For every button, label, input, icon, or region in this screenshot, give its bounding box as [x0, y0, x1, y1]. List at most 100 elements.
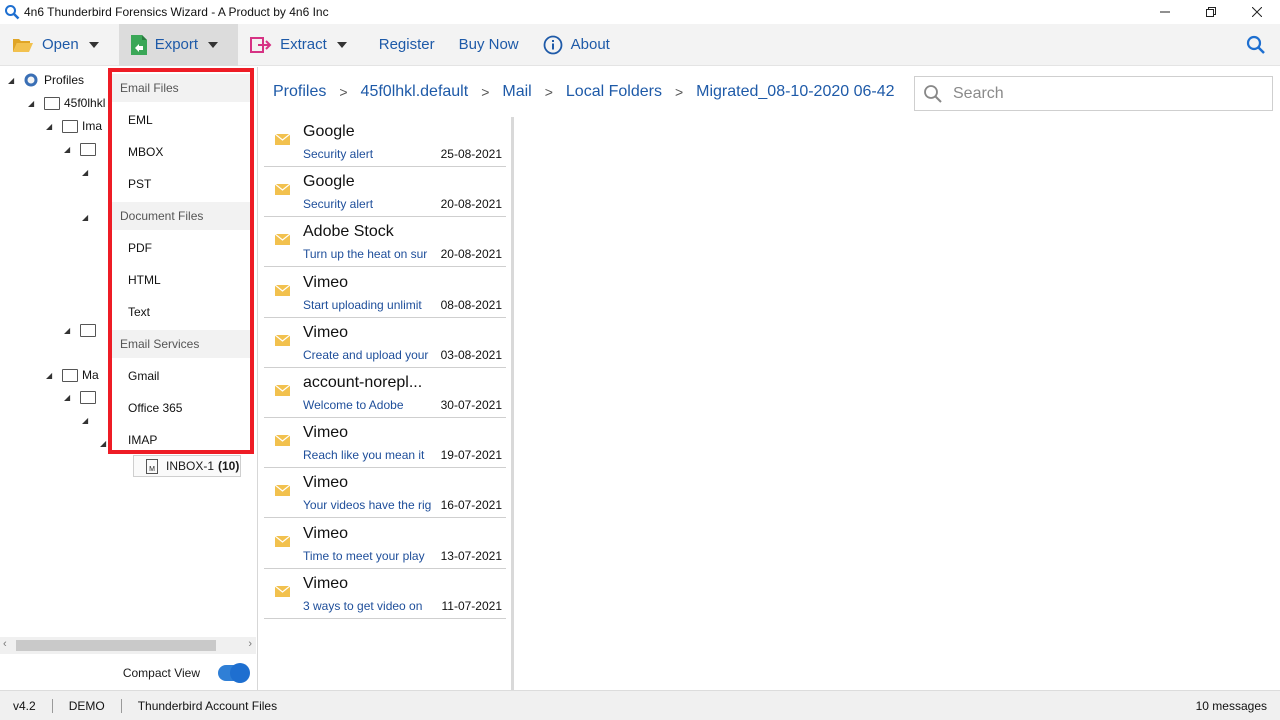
expand-arrow-icon[interactable]: ◢	[64, 145, 74, 154]
menu-item-pst[interactable]: PST	[112, 168, 250, 200]
extract-button[interactable]: Extract	[238, 24, 367, 66]
scrollbar-thumb[interactable]	[16, 640, 216, 651]
mail-subject: Time to meet your play	[303, 548, 425, 563]
export-button[interactable]: Export	[118, 23, 239, 66]
about-label: About	[570, 36, 610, 53]
toggle-knob	[230, 663, 250, 683]
tree-node-mail[interactable]: ◢ Ma	[46, 365, 99, 385]
mail-list-item[interactable]: Vimeo Time to meet your play 13-07-2021	[264, 519, 506, 569]
envelope-icon	[275, 184, 290, 196]
tree-node-subfolder[interactable]: ◢	[64, 320, 100, 340]
chevron-right-icon: >	[674, 84, 684, 100]
tree-node-profiles[interactable]: ◢ Profiles	[8, 70, 84, 90]
tree-horizontal-scrollbar[interactable]: ‹ ›	[0, 637, 256, 654]
mail-list-item[interactable]: account-norepl... Welcome to Adobe 30-07-2…	[264, 368, 506, 418]
mail-subject: Security alert	[303, 197, 374, 212]
app-logo-icon	[5, 5, 20, 20]
version-label: v4.2	[0, 698, 53, 713]
expand-arrow-icon[interactable]: ◢	[46, 122, 56, 131]
minimize-button[interactable]	[1142, 0, 1188, 24]
mail-list-item[interactable]: Google Security alert 20-08-2021	[264, 167, 506, 218]
folder-icon	[62, 368, 78, 382]
search-icon	[1246, 35, 1265, 54]
expand-arrow-icon[interactable]: ◢	[64, 326, 74, 335]
tree-node-inbox[interactable]: M INBOX-1 (10)	[133, 455, 241, 477]
envelope-icon	[275, 284, 290, 296]
menu-item-office365[interactable]: Office 365	[112, 392, 250, 424]
expand-arrow-icon[interactable]: ◢	[8, 76, 18, 85]
mail-date: 16-07-2021	[440, 498, 502, 513]
folder-icon	[80, 390, 96, 404]
mail-list-item[interactable]: Vimeo Start uploading unlimit 08-08-2021	[264, 268, 506, 318]
mail-list-item[interactable]: Vimeo Your videos have the rig 16-07-2021	[264, 468, 506, 519]
mail-sender: Vimeo	[303, 273, 349, 291]
buy-now-button[interactable]: Buy Now	[447, 24, 531, 66]
folder-open-icon	[13, 38, 33, 52]
tree-node-imap[interactable]: ◢ Ima	[46, 116, 102, 136]
menu-item-text[interactable]: Text	[112, 296, 250, 328]
mail-list: Google Security alert 25-08-2021 Google Secu…	[258, 117, 514, 690]
breadcrumb-item[interactable]: Local Folders	[566, 83, 662, 101]
folder-icon	[80, 142, 96, 156]
mail-subject: Your videos have the rig	[303, 498, 431, 513]
menu-item-mbox[interactable]: MBOX	[112, 136, 250, 168]
tree-node-subfolder[interactable]: ◢	[82, 162, 98, 182]
main-toolbar: Open Export Extract Register Buy Now Abo…	[0, 23, 1280, 66]
tree-node-subfolder[interactable]: ◢	[64, 387, 100, 407]
breadcrumb-item[interactable]: Mail	[502, 83, 531, 101]
mail-sender: Vimeo	[303, 524, 349, 542]
expand-arrow-icon[interactable]: ◢	[82, 168, 92, 177]
thunderbird-icon	[24, 73, 38, 87]
scroll-right-icon[interactable]: ›	[248, 638, 252, 650]
mail-date: 13-07-2021	[440, 548, 502, 563]
mail-list-item[interactable]: Vimeo Create and upload your 03-08-2021	[264, 318, 506, 368]
mail-subject: Turn up the heat on sur	[303, 247, 428, 262]
mail-subject: 3 ways to get video on	[303, 598, 423, 613]
mail-list-item[interactable]: Vimeo Reach like you mean it 19-07-2021	[264, 418, 506, 469]
menu-item-imap[interactable]: IMAP	[112, 424, 250, 456]
register-label: Register	[378, 36, 435, 53]
tree-node-profile[interactable]: ◢ 45f0lhkl	[28, 93, 105, 113]
compact-view-toggle[interactable]	[218, 663, 250, 683]
expand-arrow-icon[interactable]: ◢	[28, 99, 38, 108]
mail-list-item[interactable]: Adobe Stock Turn up the heat on sur 20-08-…	[264, 217, 506, 268]
menu-item-gmail[interactable]: Gmail	[112, 360, 250, 392]
chevron-down-icon	[88, 41, 99, 48]
menu-item-pdf[interactable]: PDF	[112, 232, 250, 264]
toolbar-search-button[interactable]	[1246, 35, 1266, 60]
tree-node-subfolder[interactable]: ◢	[64, 139, 100, 159]
tree-node-subfolder[interactable]: ◢	[82, 207, 98, 227]
title-bar: 4n6 Thunderbird Forensics Wizard - A Pro…	[0, 0, 1280, 24]
expand-arrow-icon[interactable]: ◢	[46, 371, 56, 380]
chevron-right-icon: >	[481, 84, 490, 100]
minimize-icon	[1160, 11, 1170, 13]
restore-button[interactable]	[1188, 0, 1234, 24]
mail-list-item[interactable]: Vimeo 3 ways to get video on 11-07-2021	[264, 569, 506, 619]
close-icon	[1252, 7, 1262, 17]
scroll-left-icon[interactable]: ‹	[3, 638, 7, 650]
chevron-right-icon: >	[544, 84, 553, 100]
breadcrumb-item[interactable]: Profiles	[273, 83, 326, 101]
export-label: Export	[154, 36, 199, 53]
search-input[interactable]	[953, 84, 1253, 103]
open-button[interactable]: Open	[0, 24, 119, 66]
close-button[interactable]	[1234, 0, 1280, 24]
menu-item-eml[interactable]: EML	[112, 104, 250, 136]
envelope-icon	[275, 435, 290, 447]
breadcrumb-item[interactable]: Migrated_08-10-2020 06-42	[696, 83, 894, 101]
mail-list-item[interactable]: Google Security alert 25-08-2021	[264, 117, 506, 167]
expand-arrow-icon[interactable]: ◢	[82, 416, 92, 425]
mail-subject: Security alert	[303, 147, 374, 161]
register-button[interactable]: Register	[367, 24, 447, 66]
envelope-icon	[275, 485, 290, 497]
expand-arrow-icon[interactable]: ◢	[82, 213, 92, 222]
expand-arrow-icon[interactable]: ◢	[64, 393, 74, 402]
breadcrumb-item[interactable]: 45f0lhkl.default	[361, 83, 469, 101]
tree-node-subfolder[interactable]: ◢	[82, 410, 98, 430]
folder-icon	[62, 119, 78, 133]
menu-item-html[interactable]: HTML	[112, 264, 250, 296]
mail-sender: Vimeo	[303, 323, 349, 341]
about-button[interactable]: About	[531, 24, 622, 66]
export-dropdown-menu: Email Files EML MBOX PST Document Files …	[108, 68, 254, 454]
mail-subject: Create and upload your	[303, 347, 429, 362]
